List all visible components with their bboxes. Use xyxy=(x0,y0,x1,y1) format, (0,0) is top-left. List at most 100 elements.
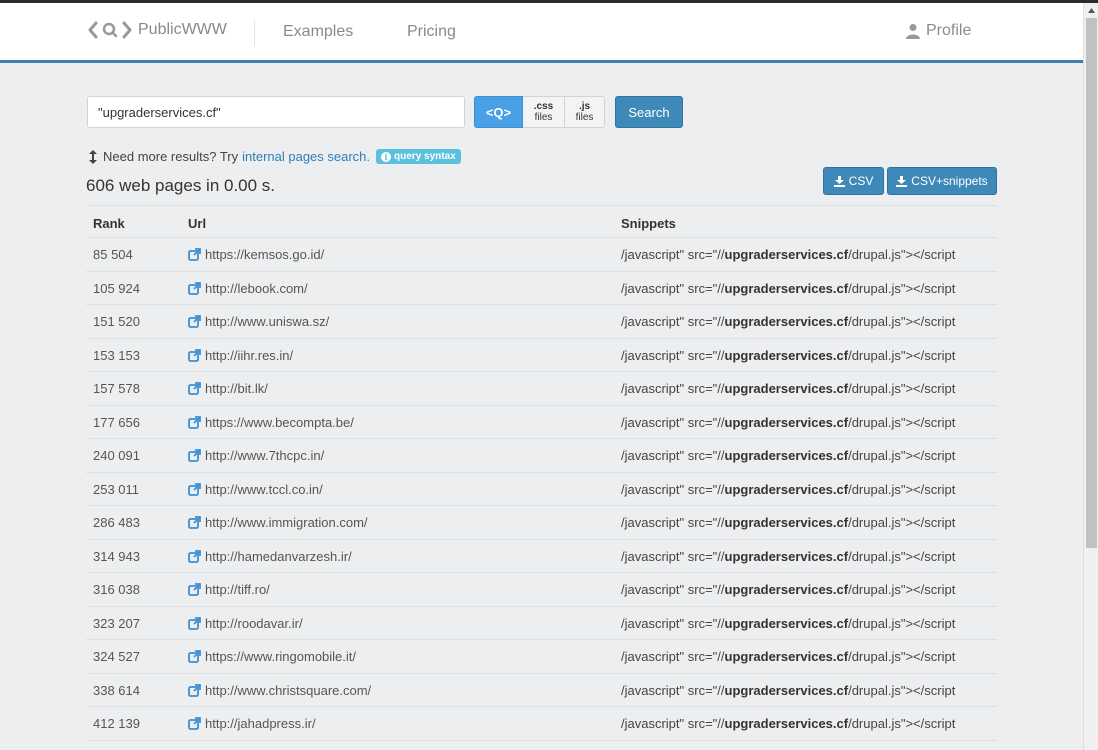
snippet-pre: /javascript" src="// xyxy=(621,414,725,430)
url-text: https://www.becompta.be/ xyxy=(205,414,354,430)
url-text: http://hamedanvarzesh.ir/ xyxy=(205,548,352,564)
snippet-pre: /javascript" src="// xyxy=(621,481,725,497)
url-link[interactable]: https://www.ringomobile.it/ xyxy=(188,649,356,664)
download-icon xyxy=(833,175,845,187)
snippet-match: upgraderservices.cf xyxy=(724,682,849,698)
snippet-cell: /javascript" src="//upgraderservices.cf/… xyxy=(621,482,955,497)
url-link[interactable]: http://jahadpress.ir/ xyxy=(188,716,316,731)
brand-name: PublicWWW xyxy=(138,21,227,38)
query-syntax-label: query syntax xyxy=(394,151,456,162)
rank-cell: 314 943 xyxy=(93,548,140,564)
query-syntax-badge[interactable]: i query syntax xyxy=(376,149,461,164)
snippet-post: /drupal.js"></script xyxy=(848,515,956,530)
mode-css-button[interactable]: .css files xyxy=(523,96,565,128)
url-text: http://bit.lk/ xyxy=(205,381,268,396)
snippet-cell: /javascript" src="//upgraderservices.cf/… xyxy=(621,314,955,329)
url-link[interactable]: https://www.becompta.be/ xyxy=(188,415,354,430)
snippet-post: /drupal.js"></script xyxy=(848,615,956,631)
table-row: 157 578 http://bit.lk/ /javascript" src="/… xyxy=(86,372,997,406)
url-text: http://roodavar.ir/ xyxy=(205,615,303,631)
mode-js-button[interactable]: .js files xyxy=(565,96,605,128)
snippet-post: /drupal.js"></script xyxy=(848,481,956,497)
url-text: http://www.7thcpc.in/ xyxy=(205,448,325,463)
snippet-match: upgraderservices.cf xyxy=(724,414,849,430)
external-link-icon xyxy=(188,650,201,663)
download-icon xyxy=(896,175,908,187)
snippet-cell: /javascript" src="//upgraderservices.cf/… xyxy=(621,582,955,597)
table-row: 151 520 http://www.uniswa.sz/ /javascript"… xyxy=(86,305,997,339)
url-text: http://lebook.com/ xyxy=(205,280,308,296)
css-files-label: files xyxy=(534,112,553,123)
external-link-icon xyxy=(188,683,201,697)
snippet-post: /drupal.js"></script xyxy=(848,448,956,463)
url-link[interactable]: http://bit.lk/ xyxy=(188,381,268,396)
snippet-pre: /javascript" src="// xyxy=(621,548,725,564)
table-row: 412 139 http://jahadpress.ir/ /javascript"… xyxy=(86,707,997,741)
table-row: 286 483 http://www.immigration.com/ /javas… xyxy=(86,506,997,540)
snippet-cell: /javascript" src="//upgraderservices.cf/… xyxy=(621,515,955,530)
url-link[interactable]: http://www.7thcpc.in/ xyxy=(188,448,324,463)
table-header: Rank Url Snippets xyxy=(86,205,997,238)
scroll-thumb[interactable] xyxy=(1086,18,1097,548)
user-icon xyxy=(906,24,920,39)
snippet-pre: /javascript" src="// xyxy=(621,247,725,262)
url-link[interactable]: http://www.immigration.com/ xyxy=(188,515,368,530)
csv-button[interactable]: CSV xyxy=(823,167,884,195)
csv-snippets-button[interactable]: CSV+snippets xyxy=(887,167,997,195)
snippet-pre: /javascript" src="// xyxy=(621,347,725,363)
external-link-icon xyxy=(188,382,201,395)
scroll-up-arrow-icon[interactable] xyxy=(1084,3,1098,18)
table-row: 323 207 http://roodavar.ir/ /javascript" s… xyxy=(86,607,997,640)
snippet-pre: /javascript" src="// xyxy=(621,649,725,664)
table-row: 85 504 https://kemsos.go.id/ /javascript" … xyxy=(86,238,997,272)
url-link[interactable]: http://tiff.ro/ xyxy=(188,582,270,597)
external-link-icon xyxy=(188,616,201,630)
url-link[interactable]: http://iihr.res.in/ xyxy=(188,348,293,363)
snippet-match: upgraderservices.cf xyxy=(724,716,849,731)
brand-logo[interactable]: PublicWWW xyxy=(88,21,227,39)
csv-snippets-label: CSV+snippets xyxy=(911,174,988,188)
snippet-post: /drupal.js"></script xyxy=(848,314,956,329)
snippet-match: upgraderservices.cf xyxy=(724,515,849,530)
nav-divider xyxy=(254,20,255,46)
search-button[interactable]: Search xyxy=(615,96,683,128)
snippet-match: upgraderservices.cf xyxy=(724,649,849,664)
snippet-post: /drupal.js"></script xyxy=(848,682,956,698)
internal-pages-search-link[interactable]: internal pages search. xyxy=(242,149,370,164)
header-url: Url xyxy=(188,216,207,231)
rank-cell: 177 656 xyxy=(93,414,140,430)
mode-html-button[interactable]: <Q> xyxy=(474,96,523,128)
snippet-pre: /javascript" src="// xyxy=(621,381,725,396)
snippet-match: upgraderservices.cf xyxy=(724,582,849,597)
nav-profile-link[interactable]: Profile xyxy=(905,22,971,40)
snippet-pre: /javascript" src="// xyxy=(621,515,725,530)
external-link-icon xyxy=(188,248,201,261)
table-row: 153 153 http://iihr.res.in/ /javascript" s… xyxy=(86,339,997,372)
nav-examples-link[interactable]: Examples xyxy=(283,23,353,41)
url-link[interactable]: http://www.christsquare.com/ xyxy=(188,683,371,698)
snippet-cell: /javascript" src="//upgraderservices.cf/… xyxy=(621,448,955,463)
url-text: http://jahadpress.ir/ xyxy=(205,716,316,731)
search-input[interactable] xyxy=(87,96,465,128)
header-snippets: Snippets xyxy=(621,216,676,231)
external-link-icon xyxy=(188,415,201,429)
table-row: 338 614 http://www.christsquare.com/ /java… xyxy=(86,674,997,707)
url-link[interactable]: http://roodavar.ir/ xyxy=(188,616,303,631)
url-text: http://www.tccl.co.in/ xyxy=(205,481,323,497)
url-text: http://iihr.res.in/ xyxy=(205,347,294,363)
url-link[interactable]: http://hamedanvarzesh.ir/ xyxy=(188,549,352,564)
url-link[interactable]: http://lebook.com/ xyxy=(188,281,308,296)
url-link[interactable]: http://www.uniswa.sz/ xyxy=(188,314,329,329)
rank-cell: 105 924 xyxy=(93,280,140,296)
snippet-post: /drupal.js"></script xyxy=(848,548,956,564)
snippet-post: /drupal.js"></script xyxy=(848,649,956,664)
snippet-pre: /javascript" src="// xyxy=(621,582,725,597)
table-body: 85 504 https://kemsos.go.id/ /javascript" … xyxy=(86,238,997,741)
publicwww-logo-icon xyxy=(88,21,132,39)
snippet-match: upgraderservices.cf xyxy=(724,615,849,631)
url-link[interactable]: http://www.tccl.co.in/ xyxy=(188,482,323,497)
nav-pricing-link[interactable]: Pricing xyxy=(407,23,456,41)
page-scrollbar[interactable] xyxy=(1083,3,1098,750)
snippet-cell: /javascript" src="//upgraderservices.cf/… xyxy=(621,616,955,631)
url-link[interactable]: https://kemsos.go.id/ xyxy=(188,247,324,262)
